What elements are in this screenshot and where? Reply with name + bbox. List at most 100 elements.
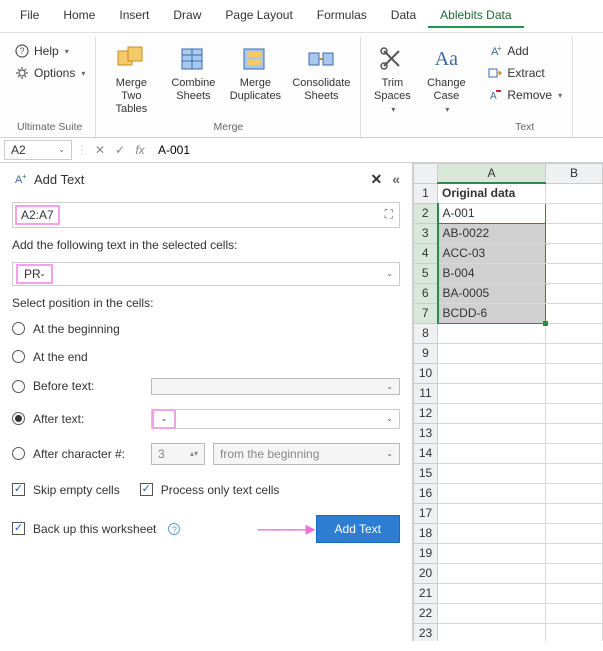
row-header[interactable]: 6 — [414, 283, 438, 303]
menu-file[interactable]: File — [8, 4, 51, 28]
menu-home[interactable]: Home — [51, 4, 107, 28]
cell[interactable] — [546, 583, 603, 603]
chevron-down-icon[interactable]: ⌄ — [386, 269, 393, 278]
cell[interactable] — [546, 363, 603, 383]
cell[interactable] — [546, 283, 603, 303]
row-header[interactable]: 4 — [414, 243, 438, 263]
help-button[interactable]: ? Help▾ — [10, 41, 89, 61]
row-header[interactable]: 21 — [414, 583, 438, 603]
row-header[interactable]: 10 — [414, 363, 438, 383]
cell[interactable] — [546, 243, 603, 263]
fx-icon[interactable]: fx — [132, 143, 148, 157]
menu-data[interactable]: Data — [379, 4, 428, 28]
cell[interactable] — [438, 503, 546, 523]
cell[interactable] — [438, 583, 546, 603]
text-to-add-input[interactable]: PR- ⌄ — [12, 262, 400, 286]
cell[interactable]: BA-0005 — [438, 283, 546, 303]
cell[interactable] — [546, 323, 603, 343]
consolidate-sheets-button[interactable]: Consolidate Sheets — [288, 41, 354, 105]
cell[interactable] — [546, 503, 603, 523]
cancel-icon[interactable]: ✕ — [92, 143, 108, 157]
chk-skip-empty[interactable]: ✓ Skip empty cells — [12, 481, 120, 499]
radio-before-text[interactable]: Before text: ⌄ — [12, 376, 400, 397]
cell[interactable]: AB-0022 — [438, 223, 546, 243]
chk-backup[interactable]: ✓ Back up this worksheet ? — [12, 520, 180, 538]
row-header[interactable]: 12 — [414, 403, 438, 423]
row-header[interactable]: 16 — [414, 483, 438, 503]
radio-at-beginning[interactable]: At the beginning — [12, 320, 400, 338]
cell[interactable] — [546, 303, 603, 323]
cell[interactable] — [438, 323, 546, 343]
close-icon[interactable]: ✕ — [370, 171, 382, 188]
before-text-input[interactable]: ⌄ — [151, 378, 400, 395]
cell[interactable] — [546, 523, 603, 543]
row-header[interactable]: 20 — [414, 563, 438, 583]
char-from-select[interactable]: from the beginning ⌄ — [213, 443, 400, 465]
row-header[interactable]: 18 — [414, 523, 438, 543]
collapse-icon[interactable]: « — [392, 171, 400, 188]
enter-icon[interactable]: ✓ — [112, 143, 128, 157]
merge-tables-button[interactable]: Merge Two Tables — [102, 41, 160, 119]
options-button[interactable]: Options▾ — [10, 63, 89, 83]
cell[interactable] — [438, 603, 546, 623]
cell[interactable]: ACC-03 — [438, 243, 546, 263]
row-header[interactable]: 17 — [414, 503, 438, 523]
cell[interactable] — [438, 483, 546, 503]
cell[interactable] — [546, 263, 603, 283]
cell[interactable]: Original data — [438, 183, 546, 203]
cell[interactable] — [546, 563, 603, 583]
col-header-a[interactable]: A — [438, 163, 546, 183]
select-range-icon[interactable]: ⛶ — [385, 207, 393, 222]
cell[interactable] — [546, 423, 603, 443]
cell[interactable] — [546, 543, 603, 563]
cell[interactable] — [546, 403, 603, 423]
cell[interactable] — [546, 463, 603, 483]
row-header[interactable]: 19 — [414, 543, 438, 563]
row-header[interactable]: 14 — [414, 443, 438, 463]
cell[interactable] — [438, 563, 546, 583]
cell[interactable]: BCDD-6 — [438, 303, 546, 323]
add-text-button[interactable]: Add Text — [316, 515, 400, 543]
cell[interactable] — [438, 383, 546, 403]
cell[interactable] — [546, 223, 603, 243]
menu-page-layout[interactable]: Page Layout — [213, 4, 304, 28]
help-icon[interactable]: ? — [168, 523, 180, 535]
combine-sheets-button[interactable]: Combine Sheets — [164, 41, 222, 105]
cell[interactable] — [546, 603, 603, 623]
row-header[interactable]: 3 — [414, 223, 438, 243]
change-case-button[interactable]: Aa Change Case▾ — [421, 41, 471, 117]
row-header[interactable]: 23 — [414, 623, 438, 641]
radio-at-end[interactable]: At the end — [12, 348, 400, 366]
menu-draw[interactable]: Draw — [161, 4, 213, 28]
remove-button[interactable]: A Remove▾ — [483, 85, 566, 105]
row-header[interactable]: 13 — [414, 423, 438, 443]
cell[interactable] — [438, 423, 546, 443]
row-header[interactable]: 9 — [414, 343, 438, 363]
cell[interactable] — [438, 363, 546, 383]
menu-formulas[interactable]: Formulas — [305, 4, 379, 28]
cell[interactable]: A-001 — [438, 203, 546, 223]
name-box[interactable]: A2 ⌄ — [4, 140, 72, 160]
merge-duplicates-button[interactable]: Merge Duplicates — [226, 41, 284, 105]
menu-insert[interactable]: Insert — [107, 4, 161, 28]
after-text-input[interactable]: - ⌄ — [151, 409, 400, 429]
row-header[interactable]: 7 — [414, 303, 438, 323]
cell[interactable] — [438, 523, 546, 543]
row-header[interactable]: 2 — [414, 203, 438, 223]
cell[interactable] — [438, 343, 546, 363]
char-num-spinner[interactable]: 3 ▴▾ — [151, 443, 205, 465]
radio-after-char[interactable]: After character #: 3 ▴▾ from the beginni… — [12, 441, 400, 467]
chk-text-only[interactable]: ✓ Process only text cells — [140, 481, 280, 499]
extract-button[interactable]: Extract — [483, 63, 566, 83]
spreadsheet-grid[interactable]: A B 1Original data 2A-001 3AB-0022 4ACC-… — [413, 163, 603, 641]
col-header-b[interactable]: B — [546, 163, 603, 183]
trim-spaces-button[interactable]: Trim Spaces▾ — [367, 41, 417, 117]
cell[interactable]: B-004 — [438, 263, 546, 283]
cell[interactable] — [438, 443, 546, 463]
cell[interactable] — [546, 483, 603, 503]
cell[interactable] — [438, 543, 546, 563]
cell[interactable] — [546, 623, 603, 641]
cell[interactable] — [438, 403, 546, 423]
cell[interactable] — [546, 343, 603, 363]
cell[interactable] — [546, 183, 603, 203]
